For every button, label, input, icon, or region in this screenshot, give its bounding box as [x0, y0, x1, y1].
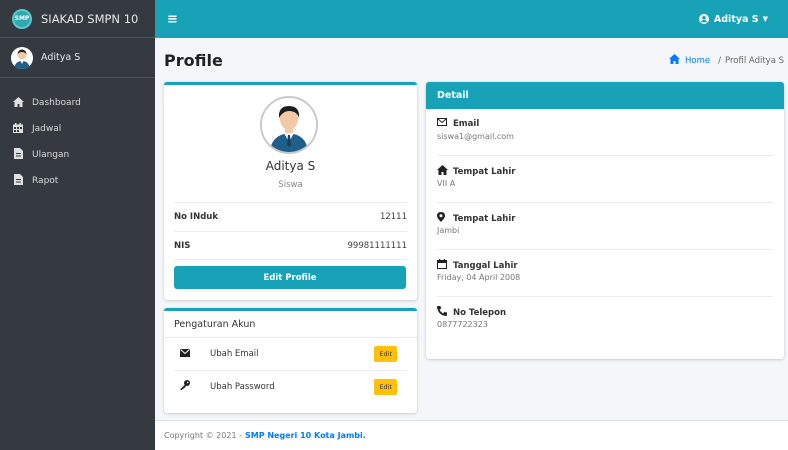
- profile-avatar: [260, 96, 318, 154]
- edit-email-button[interactable]: Edit: [374, 346, 397, 362]
- profile-card: Aditya S Siswa No INduk 12111 NIS 999811…: [164, 82, 417, 300]
- footer: Copyright © 2021 - SMP Negeri 10 Kota Ja…: [155, 420, 788, 450]
- avatar: [11, 46, 33, 69]
- profile-row-value: 12111: [379, 212, 407, 222]
- detail-item-value: Jambi: [437, 226, 460, 235]
- account-settings-card: Pengaturan Akun Ubah Email Edit Ubah Pas…: [164, 308, 417, 413]
- sidebar-item-label: Jadwal: [32, 124, 62, 134]
- calendar-icon: [12, 122, 24, 136]
- sidebar-item-jadwal[interactable]: Jadwal: [0, 116, 155, 142]
- change-password-label: Ubah Password: [210, 381, 275, 392]
- change-email-row: Ubah Email Edit: [164, 338, 417, 370]
- sidebar-nav: Dashboard Jadwal Ulangan Rapot: [0, 78, 155, 194]
- home-icon: [437, 165, 448, 178]
- breadcrumb-current: Profil Aditya S: [725, 55, 784, 66]
- footer-link[interactable]: SMP Negeri 10 Kota Jambi.: [245, 431, 366, 440]
- sidebar-item-label: Dashboard: [32, 98, 81, 108]
- profile-row-label: No INduk: [174, 212, 218, 222]
- sidebar-user-panel[interactable]: Aditya S: [0, 38, 155, 78]
- sidebar-item-ulangan[interactable]: Ulangan: [0, 142, 155, 168]
- detail-item-value: 0877722323: [437, 320, 488, 329]
- envelope-icon: [180, 348, 192, 360]
- detail-item-telepon: No Telepon 0877722323: [437, 297, 773, 344]
- breadcrumb: Home / Profil Aditya S: [669, 54, 784, 67]
- detail-item-label-row: Tanggal Lahir: [437, 259, 518, 272]
- change-password-row: Ubah Password Edit: [174, 370, 407, 402]
- file-icon: [12, 174, 24, 188]
- detail-card-title: Detail: [426, 82, 784, 109]
- edit-password-button[interactable]: Edit: [374, 378, 397, 395]
- profile-row-value: 99981111111: [347, 240, 408, 251]
- detail-item-label-row: Tempat Lahir: [437, 212, 515, 225]
- detail-item-label: No Telepon: [453, 307, 507, 318]
- edit-profile-button[interactable]: Edit Profile: [174, 266, 406, 289]
- menu-toggle-icon[interactable]: ≡: [167, 12, 178, 27]
- detail-item-label: Tempat Lahir: [453, 166, 516, 177]
- detail-item-email: Email siswa1@gmail.com: [437, 109, 773, 156]
- profile-name: Aditya S: [265, 159, 316, 173]
- top-navbar: ≡ Aditya S ▼: [155, 0, 788, 38]
- sidebar-item-dashboard[interactable]: Dashboard: [0, 90, 155, 116]
- detail-item-kelas: Tempat Lahir VII A: [437, 156, 773, 203]
- footer-copyright: Copyright © 2021 -: [164, 431, 242, 440]
- detail-card: Detail Email siswa1@gmail.com Tempat Lah…: [426, 82, 784, 359]
- account-settings-title: Pengaturan Akun: [164, 311, 417, 338]
- brand-name: SIAKAD SMPN 10: [41, 11, 139, 26]
- sidebar: SMP SIAKAD SMPN 10 Aditya S Dashboard Ja…: [0, 0, 155, 450]
- envelope-icon: [437, 118, 448, 129]
- calendar-icon: [437, 259, 448, 272]
- caret-down-icon: ▼: [762, 15, 768, 23]
- detail-item-tempat-lahir: Tempat Lahir Jambi: [437, 203, 773, 250]
- detail-item-label: Tempat Lahir: [453, 213, 516, 224]
- user-circle-icon: [698, 14, 709, 24]
- user-dropdown[interactable]: Aditya S ▼: [698, 13, 768, 25]
- content-wrapper: Profile Home / Profil Aditya S Aditya S …: [155, 38, 788, 420]
- detail-item-label: Tanggal Lahir: [453, 260, 518, 271]
- detail-item-label-row: Tempat Lahir: [437, 165, 515, 178]
- phone-icon: [437, 306, 448, 319]
- brand-logo: SMP: [12, 8, 32, 29]
- detail-item-tanggal-lahir: Tanggal Lahir Friday, 04 April 2008: [437, 250, 773, 297]
- sidebar-user-name: Aditya S: [41, 52, 81, 63]
- user-dropdown-label: Aditya S: [713, 13, 759, 25]
- change-email-label: Ubah Email: [210, 349, 259, 359]
- brand-link[interactable]: SMP SIAKAD SMPN 10: [0, 0, 155, 38]
- breadcrumb-home-label: Home: [685, 55, 711, 66]
- page-title: Profile: [164, 51, 223, 70]
- breadcrumb-separator: /: [718, 55, 721, 66]
- key-icon: [180, 380, 192, 393]
- profile-row-label: NIS: [174, 240, 191, 251]
- detail-item-label-row: No Telepon: [437, 306, 506, 319]
- home-icon: [669, 54, 681, 67]
- home-icon: [12, 96, 24, 110]
- detail-item-value: Friday, 04 April 2008: [437, 273, 521, 282]
- detail-item-label: Email: [453, 118, 480, 129]
- breadcrumb-home-link[interactable]: Home: [669, 54, 710, 67]
- profile-row-nis: NIS 99981111111: [174, 231, 407, 260]
- profile-row-no-induk: No INduk 12111: [174, 202, 407, 231]
- detail-item-label-row: Email: [437, 118, 479, 129]
- sidebar-item-label: Rapot: [32, 176, 59, 186]
- map-marker-icon: [437, 212, 448, 225]
- sidebar-item-label: Ulangan: [32, 150, 70, 160]
- detail-item-value: siswa1@gmail.com: [437, 132, 514, 141]
- detail-item-value: VII A: [437, 179, 456, 188]
- profile-role: Siswa: [278, 180, 303, 190]
- sidebar-item-rapot[interactable]: Rapot: [0, 168, 155, 194]
- file-icon: [12, 148, 24, 162]
